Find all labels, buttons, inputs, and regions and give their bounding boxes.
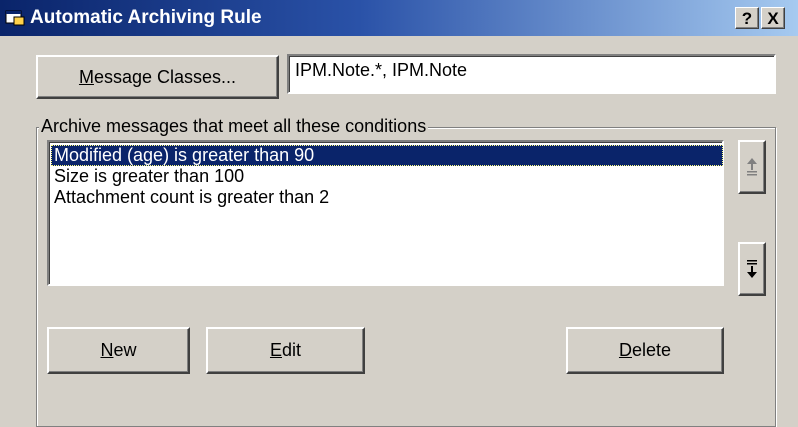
move-up-icon <box>747 158 757 176</box>
message-classes-field[interactable]: IPM.Note.*, IPM.Note <box>287 54 776 94</box>
title-bar: Automatic Archiving Rule ? X <box>0 0 798 36</box>
message-classes-button[interactable]: Message Classes... <box>36 55 279 99</box>
message-classes-button-label: Message Classes... <box>78 66 237 87</box>
new-button-label: New <box>100 340 137 360</box>
delete-button-label: Delete <box>618 340 672 360</box>
condition-item[interactable]: Size is greater than 100 <box>51 166 720 187</box>
edit-button-label: Edit <box>269 340 302 360</box>
condition-item[interactable]: Modified (age) is greater than 90 <box>51 145 723 166</box>
conditions-list[interactable]: Modified (age) is greater than 90 Size i… <box>47 140 724 286</box>
window-title: Automatic Archiving Rule <box>30 7 262 28</box>
close-button[interactable]: X <box>761 7 785 29</box>
edit-button[interactable]: Edit <box>206 327 365 374</box>
help-button[interactable]: ? <box>735 7 759 29</box>
delete-button[interactable]: Delete <box>566 327 724 374</box>
conditions-group-label: Archive messages that meet all these con… <box>39 116 429 137</box>
move-down-icon <box>747 260 757 278</box>
app-window-icon <box>5 10 25 26</box>
move-up-button[interactable] <box>738 140 766 194</box>
condition-item[interactable]: Attachment count is greater than 2 <box>51 187 720 208</box>
move-down-button[interactable] <box>738 242 766 296</box>
new-button[interactable]: New <box>47 327 190 374</box>
